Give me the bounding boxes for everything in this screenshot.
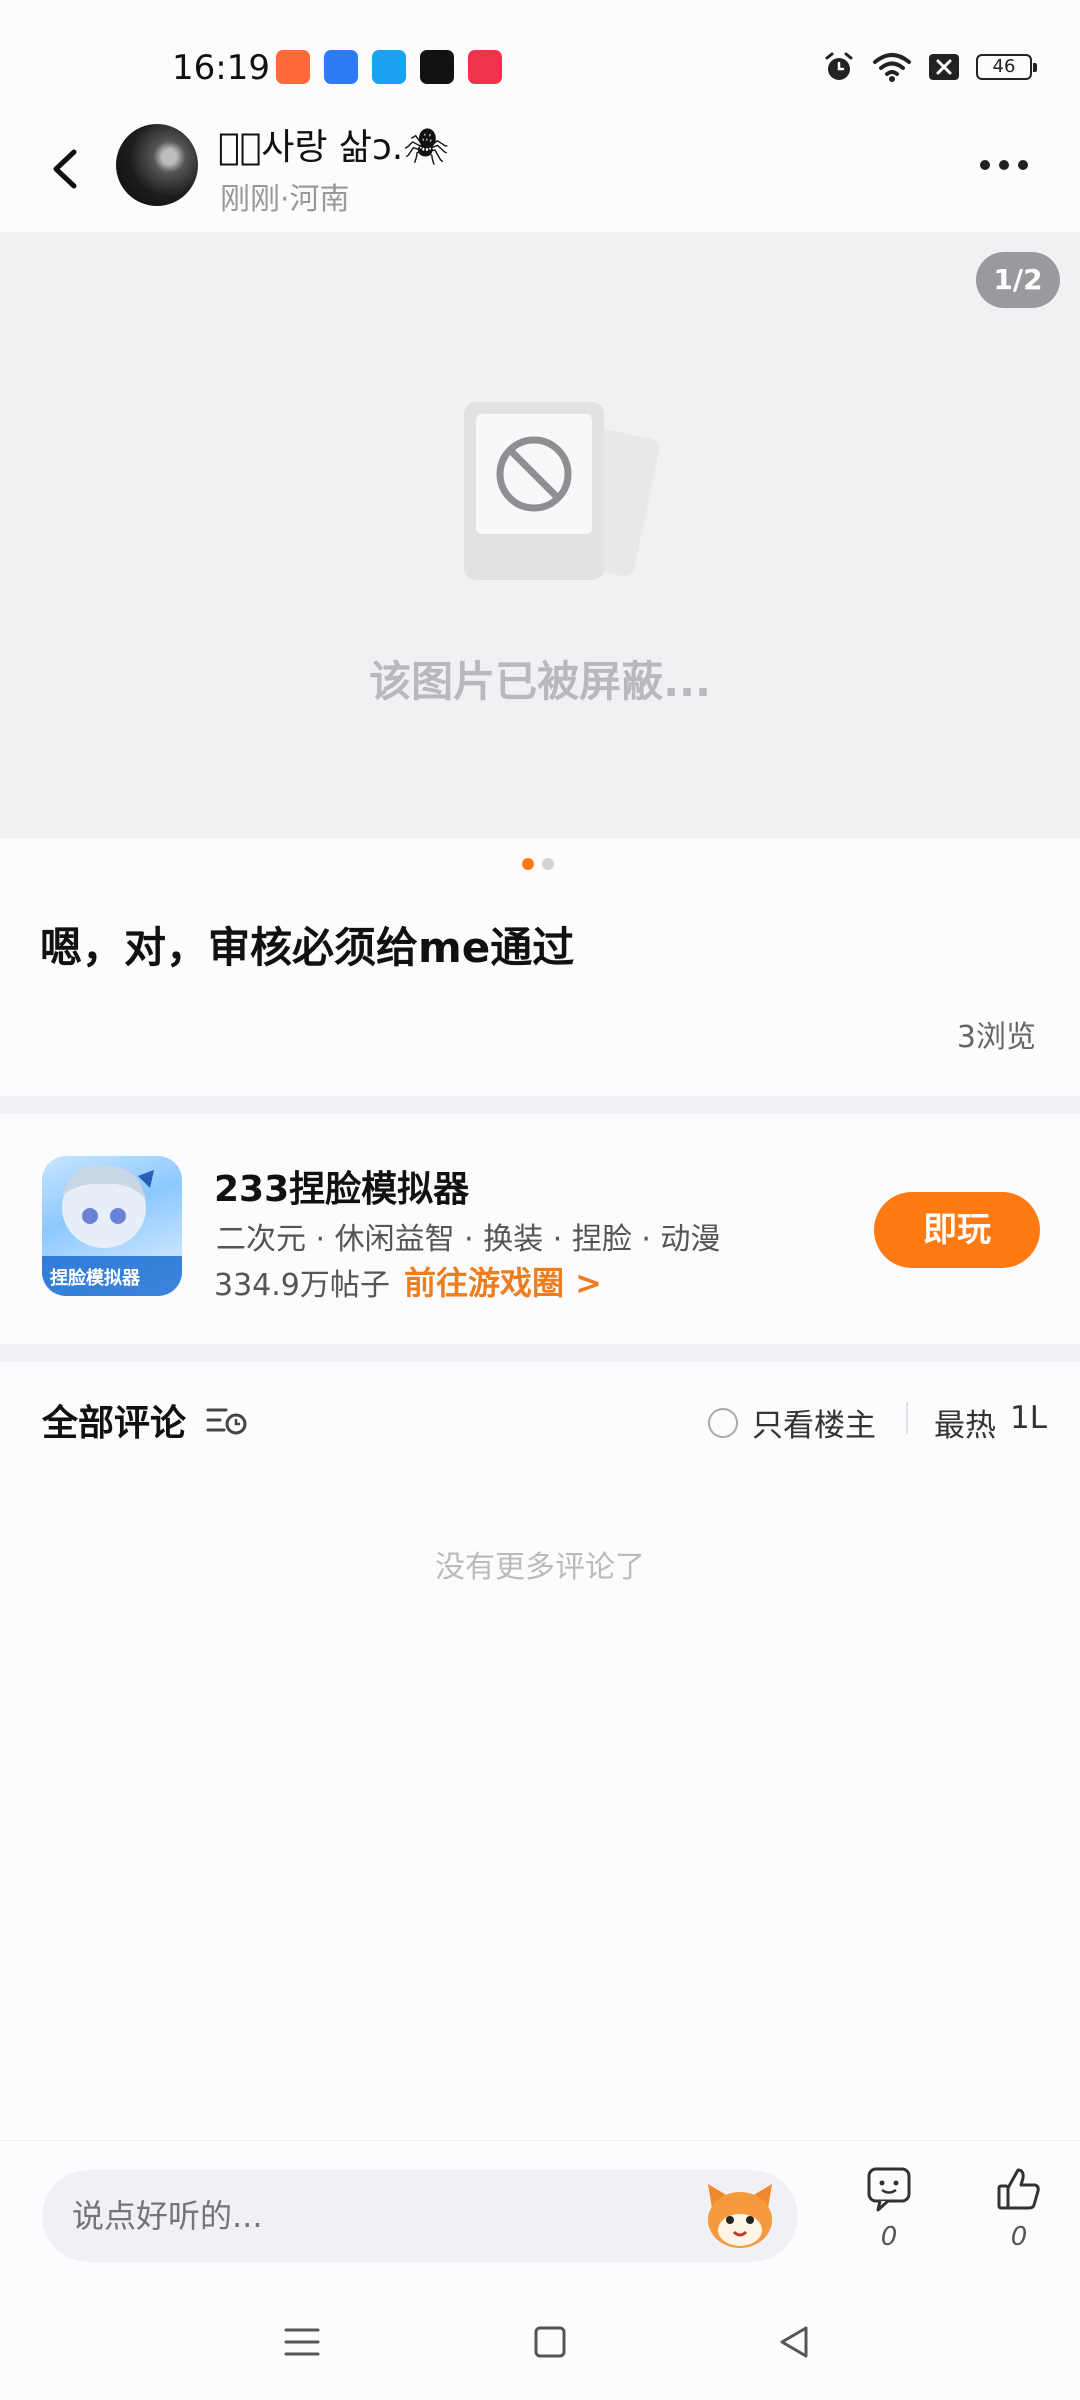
blocked-image-icon — [464, 402, 660, 580]
game-icon[interactable]: 捏脸模拟器 — [42, 1156, 182, 1296]
no-sim-icon — [929, 54, 959, 80]
play-button[interactable]: 即玩 — [874, 1192, 1040, 1268]
avatar[interactable] — [116, 124, 198, 206]
more-options-button[interactable] — [980, 160, 1028, 170]
comment-action[interactable]: 0 — [856, 2166, 922, 2252]
comment-icon — [867, 2167, 911, 2212]
comments-title: 全部评论 — [42, 1403, 187, 1444]
menu-nav-icon[interactable] — [282, 2322, 322, 2362]
system-navigation-bar — [0, 2300, 1080, 2400]
status-time: 16:19 — [172, 48, 270, 88]
op-only-label: 只看楼主 — [752, 1408, 876, 1444]
sort-order-icon: 1L — [1010, 1400, 1047, 1436]
alarm-icon — [825, 52, 853, 80]
like-count: 0 — [1010, 2222, 1028, 2252]
goto-game-circle-link[interactable]: 前往游戏圈 > — [404, 1258, 602, 1304]
carousel-dot-active — [522, 858, 534, 870]
image-page-counter: 1/2 — [976, 252, 1060, 308]
carousel-dot — [542, 858, 554, 870]
sort-hot-label: 最热 — [934, 1408, 996, 1444]
blocked-image-text: 该图片已被屏蔽... — [369, 657, 711, 706]
comment-count: 0 — [880, 2222, 898, 2252]
username[interactable]: 𝓜ꦿ사랑 삶ɔ.🕷 — [218, 118, 449, 170]
wifi-icon — [873, 53, 911, 82]
comment-input[interactable] — [42, 2170, 798, 2262]
status-app-icons — [276, 50, 502, 84]
no-more-comments: 没有更多评论了 — [435, 1550, 645, 1585]
carousel-indicator — [522, 858, 554, 870]
more-dot-icon — [980, 160, 990, 170]
back-button[interactable] — [40, 138, 90, 200]
app-icon-5 — [468, 50, 502, 84]
post-time-location: 刚刚·河南 — [220, 182, 350, 217]
game-tags: 二次元 · 休闲益智 · 换装 · 捏脸 · 动漫 — [216, 1222, 721, 1257]
op-only-toggle[interactable]: 只看楼主 — [708, 1400, 876, 1445]
app-icon-1 — [276, 50, 310, 84]
view-count: 3浏览 — [956, 1020, 1036, 1055]
like-action[interactable]: 0 — [986, 2166, 1052, 2252]
app-icon-3 — [372, 50, 406, 84]
back-nav-icon[interactable] — [774, 2322, 814, 2362]
game-post-count: 334.9万帖子 — [214, 1268, 390, 1303]
filter-separator — [906, 1402, 908, 1434]
status-bar: 16:19 46 — [0, 0, 1080, 135]
game-title[interactable]: 233捏脸模拟器 — [214, 1160, 469, 1212]
sort-hot-button[interactable]: 最热 1L — [934, 1400, 1047, 1445]
app-icon-2 — [324, 50, 358, 84]
section-divider — [0, 1096, 1080, 1114]
home-nav-icon[interactable] — [530, 2322, 570, 2362]
mascot-emoji-icon[interactable] — [702, 2178, 778, 2254]
thumbs-up-icon — [997, 2168, 1040, 2210]
status-right: 46 — [822, 50, 1037, 84]
filter-icon[interactable] — [206, 1402, 248, 1438]
battery-indicator: 46 — [976, 54, 1037, 80]
post-content: 嗯，对，审核必须给me通过 — [40, 923, 575, 972]
game-icon-caption: 捏脸模拟器 — [50, 1268, 140, 1289]
op-only-radio[interactable] — [708, 1407, 738, 1438]
app-icon-4 — [420, 50, 454, 84]
more-dot-icon — [999, 160, 1009, 170]
more-dot-icon — [1018, 160, 1028, 170]
chevron-left-icon — [53, 149, 77, 189]
section-divider — [0, 1344, 1080, 1362]
